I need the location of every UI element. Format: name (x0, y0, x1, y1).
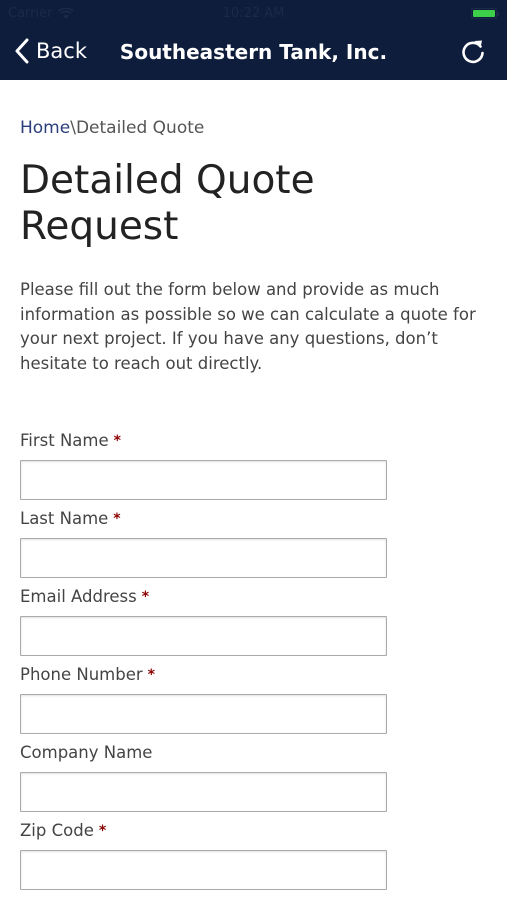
email-label-text: Email Address (20, 587, 137, 606)
zip-label: Zip Code * (20, 818, 487, 844)
email-input[interactable] (20, 616, 387, 656)
phone-label: Phone Number * (20, 662, 487, 688)
required-marker: * (113, 511, 121, 527)
zip-field: Zip Code * (20, 818, 487, 890)
refresh-icon[interactable] (459, 38, 487, 66)
last-name-field: Last Name * (20, 506, 487, 578)
last-name-label: Last Name * (20, 506, 487, 532)
phone-input[interactable] (20, 694, 387, 734)
app-title: Southeastern Tank, Inc. (119, 40, 388, 64)
first-name-input[interactable] (20, 460, 387, 500)
required-marker: * (141, 589, 150, 605)
navigation-bar: Back Southeastern Tank, Inc. (0, 28, 507, 80)
required-marker: * (98, 823, 107, 839)
battery-icon (471, 8, 499, 19)
first-name-label-text: First Name (20, 431, 109, 450)
company-label: Company Name (20, 740, 487, 766)
company-field: Company Name (20, 740, 487, 812)
first-name-field: First Name * (20, 428, 487, 500)
email-label: Email Address * (20, 584, 487, 610)
zip-label-text: Zip Code (20, 821, 94, 840)
page-content: Home\Detailed Quote Detailed Quote Reque… (20, 80, 487, 896)
intro-text: Please fill out the form below and provi… (20, 280, 476, 373)
quote-form: First Name * Last Name * Email Address * Ph… (20, 428, 487, 890)
required-marker: * (113, 433, 121, 449)
breadcrumb-current: Detailed Quote (75, 118, 205, 138)
last-name-input[interactable] (20, 538, 387, 578)
page-title-line2: Request (20, 204, 179, 249)
first-name-label: First Name * (20, 428, 487, 454)
top-bar: Carrier 10:22 AM Back Southeastern Tank,… (0, 0, 507, 80)
email-field: Email Address * (20, 584, 487, 656)
breadcrumb-home-link[interactable]: Home (20, 118, 70, 138)
last-name-label-text: Last Name (20, 509, 109, 528)
status-time: 10:22 AM (222, 6, 285, 21)
phone-label-text: Phone Number (20, 665, 143, 684)
company-label-text: Company Name (20, 743, 153, 762)
page-title: Detailed Quote Request (20, 158, 487, 250)
phone-field: Phone Number * (20, 662, 487, 734)
status-bar: Carrier 10:22 AM (0, 0, 507, 26)
zip-input[interactable] (20, 850, 387, 890)
company-input[interactable] (20, 772, 387, 812)
page-title-line1: Detailed Quote (20, 158, 315, 203)
breadcrumb: Home\Detailed Quote (20, 118, 487, 138)
required-marker: * (147, 667, 155, 683)
